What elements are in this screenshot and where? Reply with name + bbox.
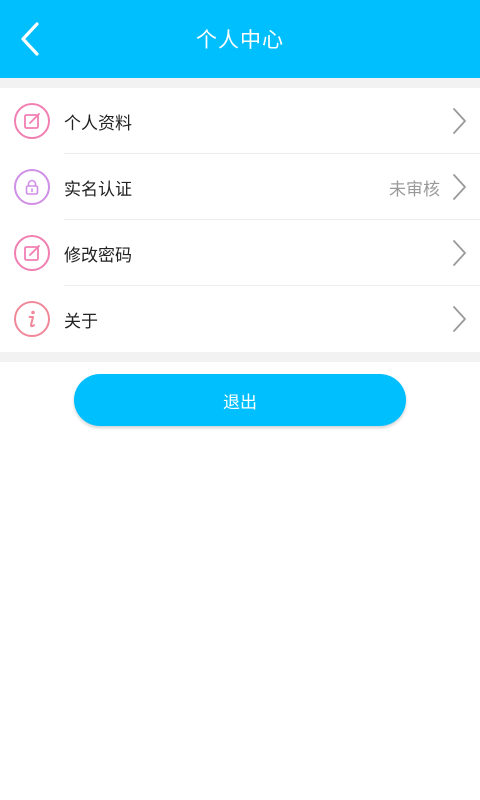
- edit-icon: [14, 235, 50, 271]
- top-gap: [0, 78, 480, 88]
- chevron-right-icon: [448, 238, 470, 268]
- verification-status: 未审核: [389, 179, 440, 200]
- menu-item-label: 实名认证: [64, 179, 132, 200]
- page-title: 个人中心: [196, 28, 284, 52]
- menu-item-label: 个人资料: [64, 113, 132, 134]
- menu-item-about[interactable]: 关于: [0, 286, 480, 352]
- edit-icon: [14, 103, 50, 139]
- menu-list: 个人资料 实名认证 未审核 修改密码 关于: [0, 88, 480, 352]
- info-icon: [14, 301, 50, 337]
- menu-item-label: 修改密码: [64, 245, 132, 266]
- chevron-right-icon: [448, 106, 470, 136]
- header-bar: 个人中心: [0, 0, 480, 78]
- back-arrow-icon: [21, 22, 39, 56]
- menu-item-profile[interactable]: 个人资料: [0, 88, 480, 154]
- lock-icon: [14, 169, 50, 205]
- menu-item-label: 关于: [64, 311, 98, 332]
- app: 个人中心 个人资料 实名认证 未审核 修改密码 关于 退出: [0, 0, 480, 800]
- menu-item-change-password[interactable]: 修改密码: [0, 220, 480, 286]
- logout-button[interactable]: 退出: [74, 374, 406, 426]
- chevron-right-icon: [448, 172, 470, 202]
- back-button[interactable]: [10, 17, 50, 61]
- menu-item-verification[interactable]: 实名认证 未审核: [0, 154, 480, 220]
- chevron-right-icon: [448, 304, 470, 334]
- bottom-gap: [0, 352, 480, 362]
